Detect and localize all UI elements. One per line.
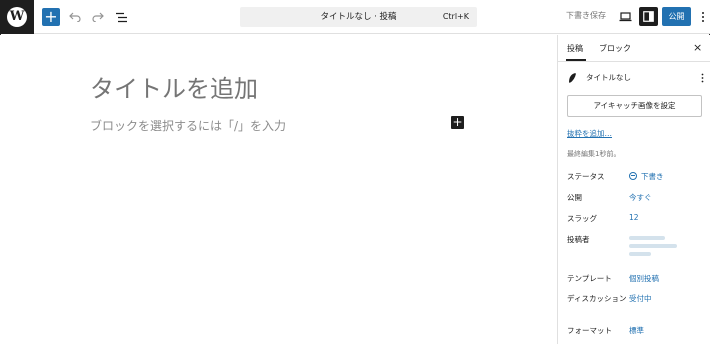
settings-sidebar: 投稿 ブロック × タイトルなし アイキャッチ画像を設定 抜粋を追加… 最終編集… bbox=[557, 35, 710, 344]
command-shortcut: Ctrl+K bbox=[442, 12, 469, 21]
document-bar[interactable]: タイトルなし · 投稿 Ctrl+K bbox=[240, 7, 477, 27]
status-value[interactable]: 下書き bbox=[629, 171, 664, 182]
meta-label-author: 投稿者 bbox=[567, 235, 590, 244]
meta-label-slug: スラッグ bbox=[567, 214, 597, 223]
block-placeholder[interactable]: ブロックを選択するには「/」を入力 bbox=[90, 117, 286, 134]
publish-button[interactable]: 公開 bbox=[662, 7, 691, 26]
set-featured-image-button[interactable]: アイキャッチ画像を設定 bbox=[567, 95, 702, 117]
inline-block-inserter-button[interactable]: + bbox=[451, 116, 464, 129]
status-value-text: 下書き bbox=[641, 172, 664, 181]
tab-post[interactable]: 投稿 bbox=[567, 43, 583, 54]
slug-value[interactable]: 12 bbox=[629, 213, 639, 222]
editor-toolbar: W + タイトルなし · 投稿 Ctrl+K 下書き保存 公開 bbox=[0, 0, 710, 34]
tab-block[interactable]: ブロック bbox=[599, 43, 631, 54]
post-summary: タイトルなし bbox=[567, 71, 705, 85]
post-actions-icon[interactable] bbox=[699, 71, 705, 85]
post-name: タイトルなし bbox=[586, 73, 631, 82]
author-value-redacted[interactable] bbox=[629, 235, 677, 261]
redacted-line bbox=[629, 252, 651, 256]
meta-label-template: テンプレート bbox=[567, 274, 612, 283]
redo-icon[interactable] bbox=[89, 8, 107, 26]
active-tab-indicator bbox=[566, 59, 586, 61]
template-value[interactable]: 個別投稿 bbox=[629, 273, 659, 284]
sidebar-tabs: 投稿 ブロック × bbox=[558, 35, 710, 62]
block-inserter-button[interactable]: + bbox=[42, 8, 60, 26]
discussion-value[interactable]: 受付中 bbox=[629, 293, 652, 304]
meta-label-publish: 公開 bbox=[567, 193, 582, 202]
redacted-line bbox=[629, 236, 665, 240]
post-title-input[interactable]: タイトルを追加 bbox=[90, 69, 258, 104]
more-vertical-icon[interactable] bbox=[699, 9, 707, 25]
list-view-icon[interactable] bbox=[112, 8, 130, 26]
save-draft-button[interactable]: 下書き保存 bbox=[566, 10, 606, 21]
publish-date-value[interactable]: 今すぐ bbox=[629, 192, 652, 203]
meta-label-format: フォーマット bbox=[567, 326, 612, 335]
redacted-line bbox=[629, 244, 677, 248]
document-title: タイトルなし · 投稿 bbox=[320, 12, 397, 22]
last-edited-text: 最終編集1秒前。 bbox=[567, 150, 621, 158]
desktop-preview-icon[interactable] bbox=[617, 9, 633, 25]
format-value[interactable]: 標準 bbox=[629, 325, 644, 336]
undo-icon[interactable] bbox=[66, 8, 84, 26]
wordpress-logo-icon[interactable]: W bbox=[0, 0, 34, 34]
settings-sidebar-icon[interactable] bbox=[639, 7, 658, 26]
editor-canvas[interactable]: タイトルを追加 ブロックを選択するには「/」を入力 + bbox=[0, 35, 557, 344]
pen-icon bbox=[567, 72, 577, 84]
add-excerpt-link[interactable]: 抜粋を追加… bbox=[567, 128, 612, 139]
draft-status-icon bbox=[629, 172, 637, 180]
wordpress-logo-mark: W bbox=[7, 7, 27, 27]
meta-label-discussion: ディスカッション bbox=[567, 294, 627, 303]
meta-label-status: ステータス bbox=[567, 172, 605, 181]
close-icon[interactable]: × bbox=[693, 41, 702, 54]
